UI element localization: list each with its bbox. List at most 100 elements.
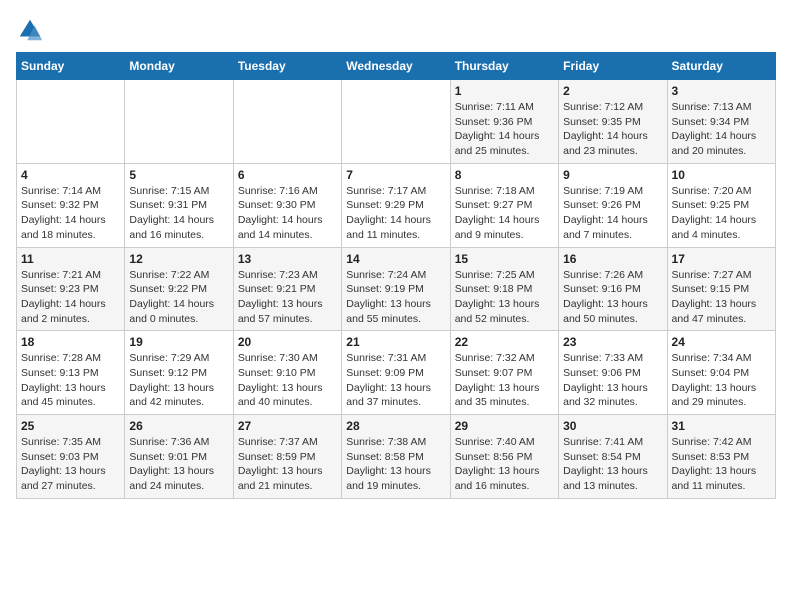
logo	[16, 16, 48, 44]
calendar-cell: 17 Sunrise: 7:27 AMSunset: 9:15 PMDayligh…	[667, 247, 775, 331]
calendar-cell	[233, 80, 341, 164]
day-number: 6	[238, 168, 337, 182]
day-info: Sunrise: 7:34 AMSunset: 9:04 PMDaylight:…	[672, 351, 771, 410]
day-info: Sunrise: 7:11 AMSunset: 9:36 PMDaylight:…	[455, 100, 554, 159]
day-number: 12	[129, 252, 228, 266]
calendar-cell: 3 Sunrise: 7:13 AMSunset: 9:34 PMDaylight…	[667, 80, 775, 164]
day-number: 8	[455, 168, 554, 182]
day-number: 18	[21, 335, 120, 349]
day-number: 22	[455, 335, 554, 349]
day-info: Sunrise: 7:33 AMSunset: 9:06 PMDaylight:…	[563, 351, 662, 410]
calendar-cell: 18 Sunrise: 7:28 AMSunset: 9:13 PMDayligh…	[17, 331, 125, 415]
column-header-wednesday: Wednesday	[342, 53, 450, 80]
day-number: 27	[238, 419, 337, 433]
day-number: 30	[563, 419, 662, 433]
day-number: 4	[21, 168, 120, 182]
calendar-cell: 28Sunrise: 7:38 AMSunset: 8:58 PMDayligh…	[342, 415, 450, 499]
day-info: Sunrise: 7:41 AMSunset: 8:54 PMDaylight:…	[563, 435, 662, 494]
calendar-cell: 12 Sunrise: 7:22 AMSunset: 9:22 PMDayligh…	[125, 247, 233, 331]
column-header-saturday: Saturday	[667, 53, 775, 80]
day-number: 15	[455, 252, 554, 266]
day-number: 3	[672, 84, 771, 98]
day-number: 13	[238, 252, 337, 266]
day-number: 5	[129, 168, 228, 182]
day-info: Sunrise: 7:17 AMSunset: 9:29 PMDaylight:…	[346, 184, 445, 243]
day-number: 10	[672, 168, 771, 182]
calendar-cell: 8 Sunrise: 7:18 AMSunset: 9:27 PMDaylight…	[450, 163, 558, 247]
calendar-cell: 14 Sunrise: 7:24 AMSunset: 9:19 PMDayligh…	[342, 247, 450, 331]
day-number: 20	[238, 335, 337, 349]
day-info: Sunrise: 7:27 AMSunset: 9:15 PMDaylight:…	[672, 268, 771, 327]
calendar-cell: 27 Sunrise: 7:37 AMSunset: 8:59 PMDayligh…	[233, 415, 341, 499]
day-number: 7	[346, 168, 445, 182]
day-number: 14	[346, 252, 445, 266]
calendar-cell	[342, 80, 450, 164]
calendar-cell	[125, 80, 233, 164]
day-info: Sunrise: 7:22 AMSunset: 9:22 PMDaylight:…	[129, 268, 228, 327]
day-info: Sunrise: 7:18 AMSunset: 9:27 PMDaylight:…	[455, 184, 554, 243]
column-header-friday: Friday	[559, 53, 667, 80]
day-number: 24	[672, 335, 771, 349]
day-info: Sunrise: 7:19 AMSunset: 9:26 PMDaylight:…	[563, 184, 662, 243]
calendar-week-row: 25 Sunrise: 7:35 AMSunset: 9:03 PMDayligh…	[17, 415, 776, 499]
day-number: 23	[563, 335, 662, 349]
day-info: Sunrise: 7:29 AMSunset: 9:12 PMDaylight:…	[129, 351, 228, 410]
calendar-cell: 29Sunrise: 7:40 AMSunset: 8:56 PMDayligh…	[450, 415, 558, 499]
day-number: 9	[563, 168, 662, 182]
calendar-week-row: 4 Sunrise: 7:14 AMSunset: 9:32 PMDaylight…	[17, 163, 776, 247]
calendar-table: SundayMondayTuesdayWednesdayThursdayFrid…	[16, 52, 776, 499]
day-info: Sunrise: 7:13 AMSunset: 9:34 PMDaylight:…	[672, 100, 771, 159]
day-number: 29	[455, 419, 554, 433]
calendar-week-row: 11Sunrise: 7:21 AMSunset: 9:23 PMDayligh…	[17, 247, 776, 331]
day-info: Sunrise: 7:35 AMSunset: 9:03 PMDaylight:…	[21, 435, 120, 494]
calendar-cell: 16Sunrise: 7:26 AMSunset: 9:16 PMDayligh…	[559, 247, 667, 331]
day-info: Sunrise: 7:32 AMSunset: 9:07 PMDaylight:…	[455, 351, 554, 410]
calendar-week-row: 18 Sunrise: 7:28 AMSunset: 9:13 PMDayligh…	[17, 331, 776, 415]
day-info: Sunrise: 7:28 AMSunset: 9:13 PMDaylight:…	[21, 351, 120, 410]
day-info: Sunrise: 7:16 AMSunset: 9:30 PMDaylight:…	[238, 184, 337, 243]
column-header-tuesday: Tuesday	[233, 53, 341, 80]
day-info: Sunrise: 7:24 AMSunset: 9:19 PMDaylight:…	[346, 268, 445, 327]
calendar-cell: 23 Sunrise: 7:33 AMSunset: 9:06 PMDayligh…	[559, 331, 667, 415]
day-number: 2	[563, 84, 662, 98]
day-info: Sunrise: 7:26 AMSunset: 9:16 PMDaylight:…	[563, 268, 662, 327]
logo-icon	[16, 16, 44, 44]
day-info: Sunrise: 7:23 AMSunset: 9:21 PMDaylight:…	[238, 268, 337, 327]
calendar-cell: 26Sunrise: 7:36 AMSunset: 9:01 PMDayligh…	[125, 415, 233, 499]
calendar-cell: 21Sunrise: 7:31 AMSunset: 9:09 PMDayligh…	[342, 331, 450, 415]
calendar-cell: 7 Sunrise: 7:17 AMSunset: 9:29 PMDaylight…	[342, 163, 450, 247]
day-number: 26	[129, 419, 228, 433]
calendar-cell: 15 Sunrise: 7:25 AMSunset: 9:18 PMDayligh…	[450, 247, 558, 331]
day-info: Sunrise: 7:37 AMSunset: 8:59 PMDaylight:…	[238, 435, 337, 494]
day-info: Sunrise: 7:25 AMSunset: 9:18 PMDaylight:…	[455, 268, 554, 327]
calendar-cell: 22 Sunrise: 7:32 AMSunset: 9:07 PMDayligh…	[450, 331, 558, 415]
day-info: Sunrise: 7:42 AMSunset: 8:53 PMDaylight:…	[672, 435, 771, 494]
day-info: Sunrise: 7:21 AMSunset: 9:23 PMDaylight:…	[21, 268, 120, 327]
calendar-cell: 13 Sunrise: 7:23 AMSunset: 9:21 PMDayligh…	[233, 247, 341, 331]
calendar-cell: 2 Sunrise: 7:12 AMSunset: 9:35 PMDaylight…	[559, 80, 667, 164]
calendar-cell: 20 Sunrise: 7:30 AMSunset: 9:10 PMDayligh…	[233, 331, 341, 415]
column-header-monday: Monday	[125, 53, 233, 80]
page-header	[16, 16, 776, 44]
day-number: 19	[129, 335, 228, 349]
calendar-cell: 19 Sunrise: 7:29 AMSunset: 9:12 PMDayligh…	[125, 331, 233, 415]
day-number: 1	[455, 84, 554, 98]
day-info: Sunrise: 7:20 AMSunset: 9:25 PMDaylight:…	[672, 184, 771, 243]
day-number: 17	[672, 252, 771, 266]
calendar-cell: 10 Sunrise: 7:20 AMSunset: 9:25 PMDayligh…	[667, 163, 775, 247]
calendar-cell: 11Sunrise: 7:21 AMSunset: 9:23 PMDayligh…	[17, 247, 125, 331]
day-info: Sunrise: 7:12 AMSunset: 9:35 PMDaylight:…	[563, 100, 662, 159]
day-number: 28	[346, 419, 445, 433]
calendar-cell: 5Sunrise: 7:15 AMSunset: 9:31 PMDaylight…	[125, 163, 233, 247]
calendar-cell: 6 Sunrise: 7:16 AMSunset: 9:30 PMDaylight…	[233, 163, 341, 247]
calendar-cell: 9 Sunrise: 7:19 AMSunset: 9:26 PMDaylight…	[559, 163, 667, 247]
day-info: Sunrise: 7:31 AMSunset: 9:09 PMDaylight:…	[346, 351, 445, 410]
calendar-cell: 30 Sunrise: 7:41 AMSunset: 8:54 PMDayligh…	[559, 415, 667, 499]
calendar-cell: 31Sunrise: 7:42 AMSunset: 8:53 PMDayligh…	[667, 415, 775, 499]
day-info: Sunrise: 7:30 AMSunset: 9:10 PMDaylight:…	[238, 351, 337, 410]
day-number: 25	[21, 419, 120, 433]
calendar-header-row: SundayMondayTuesdayWednesdayThursdayFrid…	[17, 53, 776, 80]
calendar-cell	[17, 80, 125, 164]
day-info: Sunrise: 7:14 AMSunset: 9:32 PMDaylight:…	[21, 184, 120, 243]
column-header-thursday: Thursday	[450, 53, 558, 80]
